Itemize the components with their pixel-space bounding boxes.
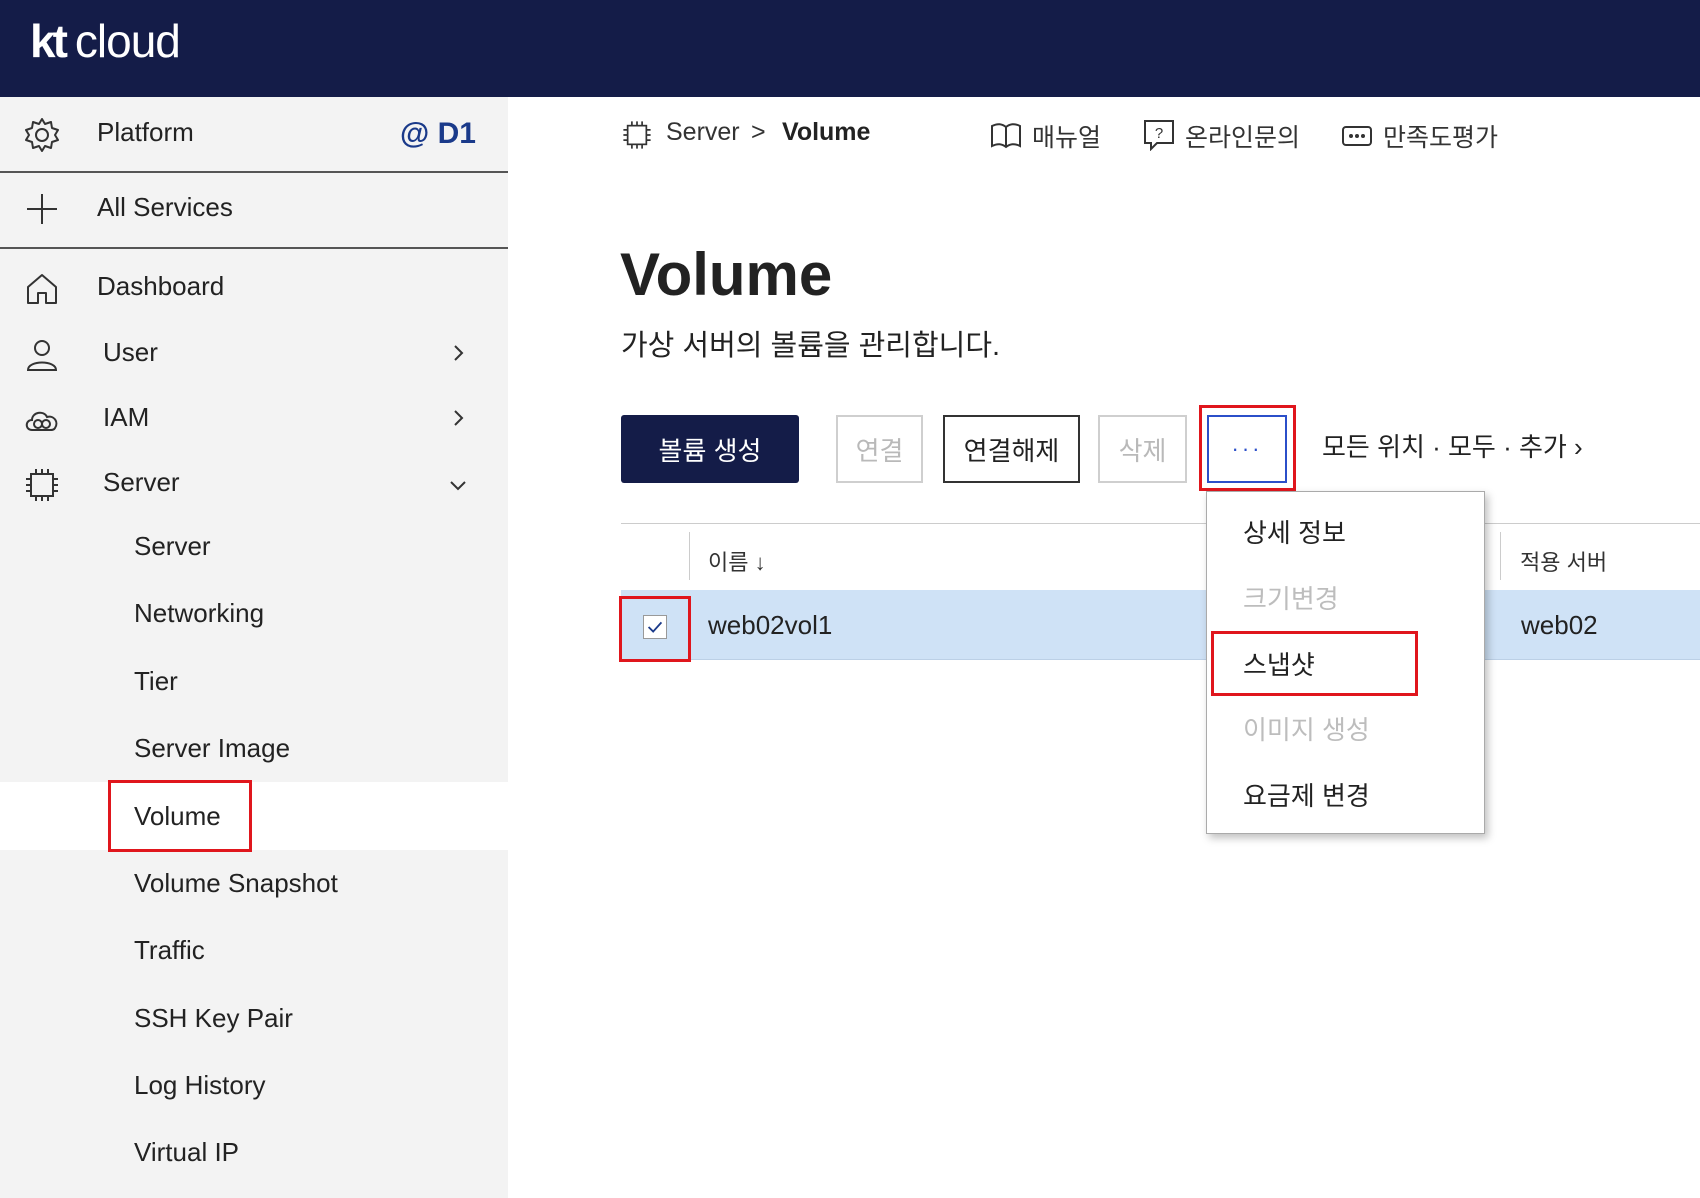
zone-badge[interactable]: @ D1	[400, 117, 476, 151]
logo-cloud: cloud	[74, 15, 181, 67]
top-bar: kt cloud	[0, 0, 1700, 97]
menu-item-change-plan[interactable]: 요금제 변경	[1243, 776, 1370, 813]
sidebar-subitem-networking[interactable]: Networking	[134, 598, 264, 629]
chevron-down-icon	[446, 473, 470, 497]
highlight-box-volume	[108, 780, 252, 852]
sidebar-subitem-server-image[interactable]: Server Image	[134, 733, 290, 764]
sidebar-item-server[interactable]: Server	[0, 453, 508, 513]
sidebar-item-user[interactable]: User	[0, 323, 508, 383]
delete-button[interactable]: 삭제	[1098, 415, 1187, 483]
sidebar-subitem-volume-snapshot[interactable]: Volume Snapshot	[134, 868, 338, 899]
user-icon	[22, 335, 62, 375]
sidebar-item-dashboard[interactable]: Dashboard	[0, 257, 508, 317]
plus-icon	[22, 189, 62, 229]
sidebar: Platform @ D1 All Services Dashboard Use…	[0, 97, 508, 1198]
all-services-label: All Services	[97, 192, 233, 222]
sidebar-subitem-server[interactable]: Server	[134, 531, 211, 562]
volume-name-cell[interactable]: web02vol1	[708, 610, 832, 641]
column-divider	[689, 532, 690, 580]
sidebar-subitem-traffic[interactable]: Traffic	[134, 935, 205, 966]
chip-icon	[22, 465, 62, 505]
menu-item-create-image[interactable]: 이미지 생성	[1243, 710, 1370, 747]
page-title: Volume	[620, 241, 833, 308]
create-volume-button[interactable]: 볼륨 생성	[621, 415, 799, 483]
column-divider	[1500, 532, 1501, 580]
menu-item-details[interactable]: 상세 정보	[1243, 513, 1346, 550]
cloud-icon	[22, 400, 62, 440]
chat-dots-icon	[1342, 126, 1372, 146]
divider	[0, 247, 508, 249]
chevron-right-icon	[446, 406, 470, 430]
survey-link[interactable]: 만족도평가	[1341, 118, 1498, 154]
inquiry-label: 온라인문의	[1185, 124, 1301, 152]
highlight-box-checkbox	[619, 596, 691, 662]
chevron-right-icon	[446, 341, 470, 365]
sidebar-item-label: User	[103, 337, 158, 367]
page-subtitle: 가상 서버의 볼륨을 관리합니다.	[621, 330, 1001, 362]
menu-item-resize[interactable]: 크기변경	[1243, 579, 1339, 616]
column-header-server[interactable]: 적용 서버	[1520, 545, 1607, 577]
help-chat-icon: ?	[1144, 120, 1174, 151]
sidebar-subitem-virtual-ip[interactable]: Virtual IP	[134, 1137, 239, 1168]
highlight-box-snapshot	[1211, 631, 1418, 696]
highlight-box-more	[1199, 405, 1296, 491]
sidebar-subitem-tier[interactable]: Tier	[134, 666, 178, 697]
sidebar-subitem-ssh-key-pair[interactable]: SSH Key Pair	[134, 1003, 293, 1034]
manual-link[interactable]: 매뉴얼	[990, 118, 1101, 154]
sidebar-item-label: Server	[103, 467, 180, 497]
location-filter[interactable]: 모든 위치 · 모두 · 추가 ›	[1322, 427, 1583, 464]
detach-button[interactable]: 연결해제	[943, 415, 1080, 483]
svg-text:?: ?	[1155, 125, 1163, 142]
breadcrumb-separator: >	[751, 118, 766, 146]
platform-label: Platform	[97, 117, 194, 147]
sidebar-item-iam[interactable]: IAM	[0, 388, 508, 448]
attach-button[interactable]: 연결	[836, 415, 923, 483]
gear-icon	[22, 115, 62, 155]
survey-label: 만족도평가	[1383, 124, 1499, 152]
column-header-name[interactable]: 이름 ↓	[708, 545, 766, 577]
platform-selector[interactable]: Platform @ D1	[0, 97, 508, 171]
breadcrumb-server-link[interactable]: Server	[666, 118, 740, 147]
logo-kt: kt	[30, 15, 68, 67]
breadcrumb-current: Volume	[782, 118, 871, 146]
server-cell: web02	[1521, 610, 1598, 640]
sidebar-subitem-log-history[interactable]: Log History	[134, 1070, 266, 1101]
manual-label: 매뉴얼	[1032, 124, 1102, 152]
kt-cloud-logo[interactable]: kt cloud	[30, 14, 181, 68]
chip-icon	[620, 118, 660, 154]
home-icon	[22, 269, 62, 309]
sidebar-item-label: IAM	[103, 402, 150, 432]
active-item-highlight	[0, 782, 508, 850]
all-services-item[interactable]: All Services	[0, 173, 508, 245]
book-icon	[991, 123, 1021, 149]
sidebar-item-label: Dashboard	[97, 271, 225, 301]
inquiry-link[interactable]: ? 온라인문의	[1143, 118, 1300, 154]
